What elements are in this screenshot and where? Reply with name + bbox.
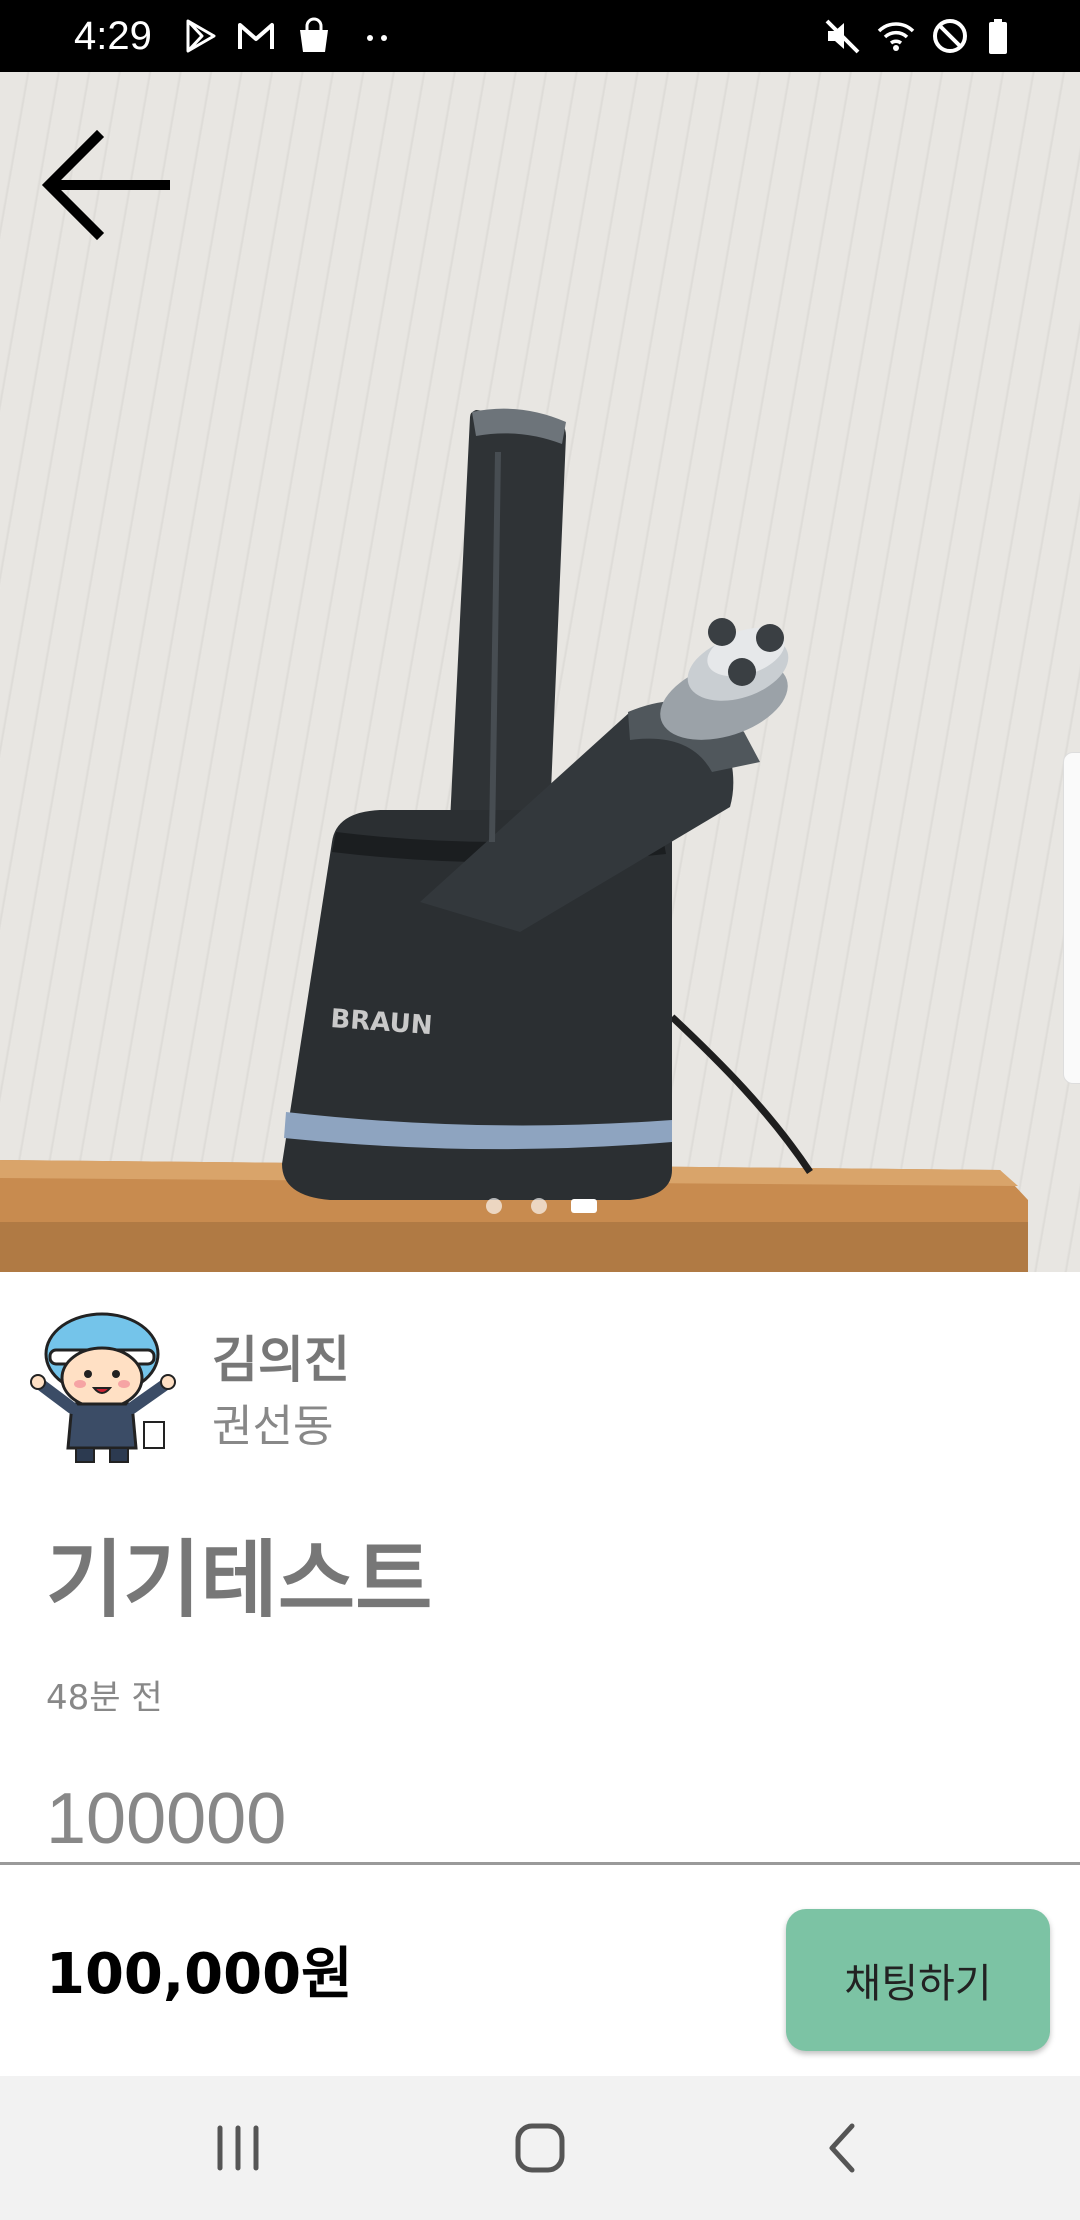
price: 100,000원 <box>46 1942 353 2007</box>
mute-icon <box>822 16 862 56</box>
play-store-icon <box>180 16 220 56</box>
back-nav-button[interactable] <box>804 2108 884 2188</box>
more-dots-icon <box>358 16 398 56</box>
pager-dot[interactable] <box>531 1198 547 1214</box>
gmail-icon <box>236 16 276 56</box>
pager-dot[interactable] <box>486 1198 502 1214</box>
do-not-disturb-icon <box>930 16 970 56</box>
pager-dot-active[interactable] <box>571 1199 597 1213</box>
wifi-icon <box>876 16 916 56</box>
seller-profile[interactable]: 김의진 권선동 <box>0 1300 1080 1480</box>
battery-icon <box>978 16 1018 56</box>
bottom-action-bar: 100,000원 채팅하기 <box>0 1862 1080 2079</box>
recent-apps-icon <box>217 2125 259 2171</box>
seller-name: 김의진 <box>212 1331 350 1389</box>
arrow-left-icon <box>41 129 170 241</box>
home-button[interactable] <box>500 2108 580 2188</box>
status-time: 4:29 <box>74 14 152 58</box>
post-time: 48분 전 <box>46 1678 163 1718</box>
seller-location: 권선동 <box>212 1401 334 1452</box>
status-bar: 4:29 <box>0 0 1080 72</box>
recent-apps-button[interactable] <box>198 2108 278 2188</box>
system-nav-bar <box>0 2076 1080 2220</box>
photo-pager <box>0 1198 1080 1218</box>
home-icon <box>515 2123 565 2173</box>
chat-button-label: 채팅하기 <box>844 1961 992 2007</box>
product-photo-carousel[interactable]: BRAUN <box>0 72 1080 1272</box>
chat-button[interactable]: 채팅하기 <box>786 1909 1050 2051</box>
avatar <box>30 1312 176 1463</box>
back-button[interactable] <box>30 110 180 260</box>
edge-panel-handle[interactable] <box>1063 752 1080 1084</box>
post-description: 100000 <box>46 1779 287 1859</box>
shopping-bag-icon <box>294 16 334 56</box>
back-nav-icon <box>829 2123 855 2173</box>
post-title: 기기테스트 <box>46 1531 433 1629</box>
